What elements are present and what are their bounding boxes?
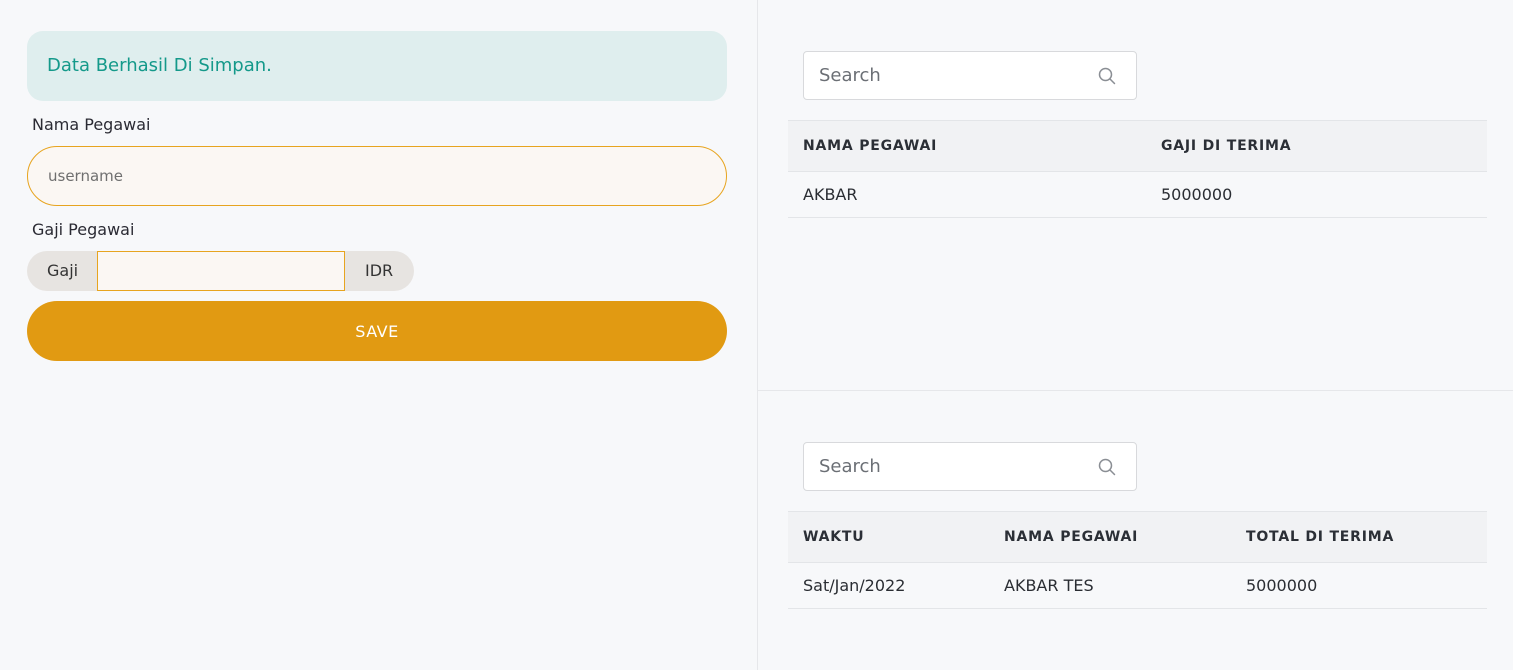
page: Data Berhasil Di Simpan. Nama Pegawai Ga… [0,0,1513,670]
column-header-nama-pegawai: NAMA PEGAWAI [788,120,1146,172]
cell-gaji-di-terima: 5000000 [1146,171,1487,218]
column-header-nama-pegawai: NAMA PEGAWAI [989,511,1231,563]
nama-pegawai-input[interactable] [27,146,727,206]
table-row: AKBAR 5000000 [788,171,1487,218]
table-header-row: WAKTU NAMA PEGAWAI TOTAL DI TERIMA [788,511,1487,563]
search-icon[interactable] [1098,67,1116,85]
gaji-pegawai-input[interactable] [97,251,345,291]
save-button[interactable]: SAVE [27,301,727,361]
search-icon[interactable] [1098,458,1116,476]
form-panel: Data Berhasil Di Simpan. Nama Pegawai Ga… [0,0,758,670]
payments-search-input[interactable] [804,443,1084,490]
cell-nama-pegawai: AKBAR TES [989,562,1231,609]
payments-search-box [803,442,1137,491]
cell-waktu: Sat/Jan/2022 [788,562,989,609]
column-header-waktu: WAKTU [788,511,989,563]
nama-pegawai-label: Nama Pegawai [32,115,151,134]
gaji-prefix: Gaji [27,251,97,291]
employees-table: NAMA PEGAWAI GAJI DI TERIMA AKBAR 500000… [788,120,1487,218]
currency-suffix: IDR [345,251,414,291]
employees-search-input[interactable] [804,52,1084,99]
payments-table: WAKTU NAMA PEGAWAI TOTAL DI TERIMA Sat/J… [788,511,1487,609]
table-header-row: NAMA PEGAWAI GAJI DI TERIMA [788,120,1487,172]
cell-total-di-terima: 5000000 [1231,562,1487,609]
column-header-gaji-di-terima: GAJI DI TERIMA [1146,120,1487,172]
table-row: Sat/Jan/2022 AKBAR TES 5000000 [788,562,1487,609]
success-alert: Data Berhasil Di Simpan. [27,31,727,101]
gaji-input-group: Gaji IDR [27,251,414,291]
payments-panel: WAKTU NAMA PEGAWAI TOTAL DI TERIMA Sat/J… [758,391,1513,670]
gaji-pegawai-label: Gaji Pegawai [32,220,135,239]
employees-search-box [803,51,1137,100]
cell-nama-pegawai: AKBAR [788,171,1146,218]
column-header-total-di-terima: TOTAL DI TERIMA [1231,511,1487,563]
employees-panel: NAMA PEGAWAI GAJI DI TERIMA AKBAR 500000… [758,0,1513,391]
